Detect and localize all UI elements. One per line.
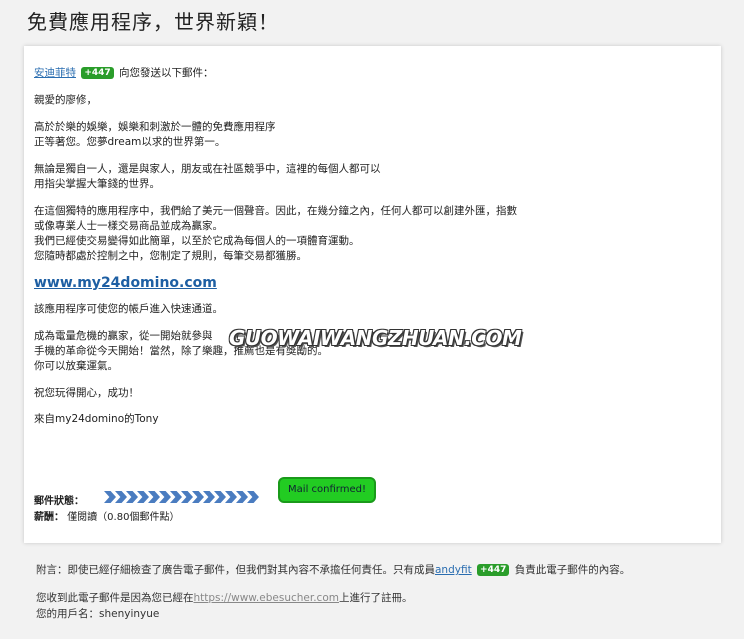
email-card: 安迪菲特 +447 向您發送以下郵件： 親愛的廖修， 高於於樂的娛樂，娛樂和刺激… bbox=[24, 46, 721, 543]
arrow-icon bbox=[236, 491, 248, 503]
arrow-icon bbox=[170, 491, 182, 503]
member-badge: +447 bbox=[477, 564, 510, 576]
footer-disclaimer: 附言：即使已經仔細檢查了廣告電子郵件，但我們對其內容不承擔任何責任。只有成員an… bbox=[36, 562, 630, 577]
ebesucher-link[interactable]: https://www.ebesucher.com bbox=[194, 592, 340, 604]
registration-text: 您收到此電子郵件是因為您已經在 bbox=[36, 592, 194, 604]
paragraph-3: 在這個獨特的應用程序中，我們給了美元一個聲音。因此，在幾分鐘之內，任何人都可以創… bbox=[34, 204, 517, 264]
arrow-icon bbox=[115, 491, 127, 503]
footer-username: 您的用戶名：shenyinyue bbox=[36, 606, 159, 621]
paragraph-1-line-2: 正等著您。您夢dream以求的世界第一。 bbox=[34, 136, 226, 148]
arrow-icon bbox=[181, 491, 193, 503]
greeting: 親愛的廖修， bbox=[34, 94, 97, 106]
paragraph-3-line-2: 或像專業人士一樣交易商品並成為贏家。 bbox=[34, 220, 223, 232]
paragraph-1: 高於於樂的娛樂，娛樂和刺激於一體的免費應用程序 正等著您。您夢dream以求的世… bbox=[34, 120, 276, 150]
mail-confirmed-badge: Mail confirmed! bbox=[278, 477, 376, 503]
arrow-icon bbox=[247, 491, 259, 503]
paragraph-2-line-2: 用指尖掌握大筆錢的世界。 bbox=[34, 178, 160, 190]
reward-value: 僅閱讀（0.80個郵件點） bbox=[67, 512, 180, 523]
paragraph-3-line-3: 我們已經使交易變得如此簡單，以至於它成為每個人的一項體育運動。 bbox=[34, 235, 360, 247]
disclaimer-text: 附言：即使已經仔細檢查了廣告電子郵件，但我們對其內容不承擔任何責任。只有成員 bbox=[36, 564, 435, 576]
reward-line: 薪酬： 僅閱讀（0.80個郵件點） bbox=[34, 508, 179, 523]
watermark: GUOWAIWANGZHUAN.COM bbox=[229, 326, 522, 350]
mail-status-label: 郵件狀態： bbox=[34, 496, 84, 507]
disclaimer-suffix: 負責此電子郵件的內容。 bbox=[514, 564, 631, 576]
sender-line: 安迪菲特 +447 向您發送以下郵件： bbox=[34, 66, 214, 81]
arrow-icon bbox=[203, 491, 215, 503]
paragraph-2: 無論是獨自一人，還是與家人，朋友或在社區競爭中，這裡的每個人都可以 用指尖掌握大… bbox=[34, 162, 381, 192]
sender-link[interactable]: 安迪菲特 bbox=[34, 67, 76, 79]
member-link[interactable]: andyfit bbox=[435, 564, 472, 576]
username-label: 您的用戶名： bbox=[36, 608, 99, 620]
registration-suffix: 上進行了註冊。 bbox=[339, 592, 413, 604]
paragraph-3-line-4: 您隨時都處於控制之中，您制定了規則，每筆交易都獲勝。 bbox=[34, 250, 307, 262]
arrow-icon bbox=[148, 491, 160, 503]
footer-registration: 您收到此電子郵件是因為您已經在https://www.ebesucher.com… bbox=[36, 590, 413, 605]
arrow-icon bbox=[192, 491, 204, 503]
arrow-icon bbox=[225, 491, 237, 503]
status-progress-arrows bbox=[104, 491, 259, 503]
promo-link[interactable]: www.my24domino.com bbox=[34, 275, 217, 291]
paragraph-1-line-1: 高於於樂的娛樂，娛樂和刺激於一體的免費應用程序 bbox=[34, 121, 276, 133]
arrow-icon bbox=[126, 491, 138, 503]
username-value: shenyinyue bbox=[99, 608, 160, 620]
sender-suffix: 向您發送以下郵件： bbox=[119, 67, 214, 79]
reward-label: 薪酬： bbox=[34, 512, 64, 523]
paragraph-5-line-3: 你可以放棄運氣。 bbox=[34, 360, 118, 372]
page-title: 免費應用程序，世界新穎！ bbox=[27, 10, 279, 34]
arrow-icon bbox=[214, 491, 226, 503]
paragraph-2-line-1: 無論是獨自一人，還是與家人，朋友或在社區競爭中，這裡的每個人都可以 bbox=[34, 163, 381, 175]
wish: 祝您玩得開心，成功！ bbox=[34, 387, 139, 399]
signature: 來自my24domino的Tony bbox=[34, 413, 159, 425]
arrow-icon bbox=[159, 491, 171, 503]
sender-badge: +447 bbox=[81, 67, 114, 79]
arrow-icon bbox=[137, 491, 149, 503]
paragraph-4: 該應用程序可使您的帳戶進入快速通道。 bbox=[34, 303, 223, 315]
paragraph-3-line-1: 在這個獨特的應用程序中，我們給了美元一個聲音。因此，在幾分鐘之內，任何人都可以創… bbox=[34, 205, 517, 217]
arrow-icon bbox=[104, 491, 116, 503]
